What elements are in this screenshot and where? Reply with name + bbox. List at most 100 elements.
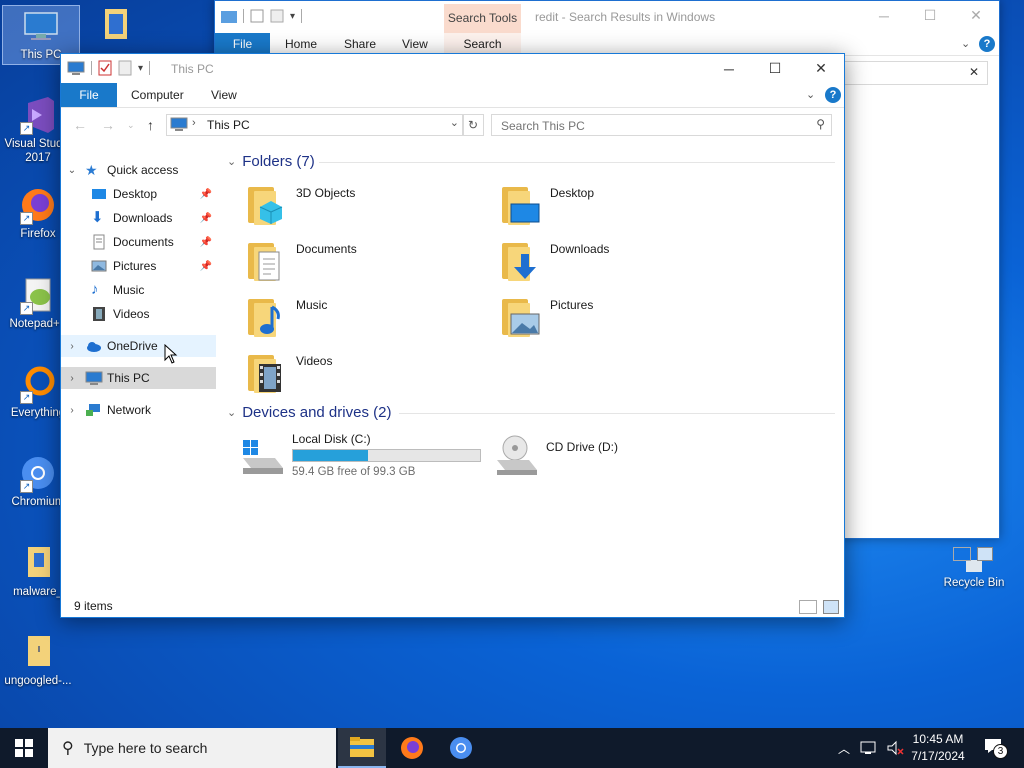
windows-logo-icon: [15, 739, 33, 757]
folder-downloads[interactable]: Downloads: [498, 239, 738, 289]
help-icon[interactable]: ?: [825, 87, 841, 103]
taskbar-search-box[interactable]: ⚲ Type here to search: [48, 728, 336, 768]
folders-group-header[interactable]: ⌄ Folders (7): [227, 153, 315, 170]
pin-icon[interactable]: 📌: [200, 189, 212, 200]
tab-share[interactable]: Share: [344, 37, 376, 51]
address-bar[interactable]: › This PC ⌄: [166, 114, 464, 136]
expand-chevron-icon[interactable]: ›: [65, 341, 79, 352]
minimize-button[interactable]: ─: [706, 54, 752, 83]
search-input[interactable]: [499, 118, 803, 134]
collapse-chevron-icon[interactable]: ⌄: [227, 406, 236, 419]
new-folder-icon[interactable]: [118, 60, 132, 76]
desktop-icon-recycle-bin[interactable]: Recycle Bin: [936, 560, 1012, 600]
close-button[interactable]: ✕: [798, 54, 844, 83]
folder-label: Videos: [296, 354, 333, 368]
ribbon-expand-icon[interactable]: ⌄: [806, 88, 815, 101]
ribbon-expand-icon[interactable]: ⌄: [961, 37, 970, 50]
tab-view[interactable]: View: [211, 88, 237, 102]
close-button[interactable]: ✕: [953, 1, 999, 30]
computer-icon: [85, 370, 103, 386]
search-box[interactable]: ⚲: [491, 114, 832, 136]
pin-icon[interactable]: 📌: [200, 213, 212, 224]
minimize-button[interactable]: ─: [861, 1, 907, 30]
nav-music[interactable]: ♪ Music: [61, 279, 216, 301]
up-arrow-icon[interactable]: ↑: [147, 117, 154, 133]
taskbar-file-explorer[interactable]: [338, 728, 386, 768]
tab-home[interactable]: Home: [285, 37, 317, 51]
folder-documents[interactable]: Documents: [244, 239, 484, 289]
help-icon[interactable]: ?: [979, 36, 995, 52]
drive-usage-fill: [293, 450, 369, 461]
collapse-chevron-icon[interactable]: ⌄: [65, 165, 79, 176]
file-icon: [96, 5, 136, 45]
tab-file[interactable]: File: [61, 83, 117, 107]
clear-search-icon[interactable]: ✕: [969, 65, 979, 79]
expand-chevron-icon[interactable]: ›: [65, 373, 79, 384]
folder-pictures[interactable]: Pictures: [498, 295, 738, 345]
pin-icon[interactable]: 📌: [200, 261, 212, 272]
drive-cd-d[interactable]: CD Drive (D:): [493, 434, 733, 484]
pin-icon[interactable]: 📌: [200, 237, 212, 248]
back-arrow-icon[interactable]: ←: [73, 117, 87, 133]
download-arrow-icon: ⬇: [91, 209, 104, 226]
nav-documents[interactable]: Documents 📌: [61, 231, 216, 253]
system-clock[interactable]: 10:45 AM 7/17/2024: [900, 731, 976, 765]
nav-pictures[interactable]: Pictures 📌: [61, 255, 216, 277]
view-tiles-icon[interactable]: [977, 547, 993, 561]
drives-group-header[interactable]: ⌄ Devices and drives (2): [227, 404, 391, 421]
view-tiles-icon[interactable]: [823, 600, 839, 614]
tab-view[interactable]: View: [402, 37, 428, 51]
folder-music[interactable]: Music: [244, 295, 484, 345]
desktop-icon-file[interactable]: [78, 5, 154, 57]
nav-onedrive[interactable]: › OneDrive: [61, 335, 216, 357]
taskbar-firefox[interactable]: [388, 728, 436, 768]
start-button[interactable]: [0, 728, 48, 768]
view-details-icon[interactable]: [799, 600, 817, 614]
refresh-button[interactable]: ↻: [462, 114, 484, 136]
background-search-box[interactable]: ✕: [843, 61, 988, 85]
nav-this-pc[interactable]: › This PC: [61, 367, 216, 389]
show-hidden-icons-chevron-icon[interactable]: ︿: [838, 740, 850, 757]
folder-desktop[interactable]: Desktop: [498, 183, 738, 233]
breadcrumb[interactable]: This PC: [207, 118, 250, 132]
collapse-chevron-icon[interactable]: ⌄: [227, 155, 236, 168]
desktop-icon-ungoogled[interactable]: ungoogled-...: [0, 632, 76, 690]
file-explorer-icon: [350, 737, 374, 757]
network-status-icon[interactable]: [860, 740, 878, 756]
properties-icon[interactable]: [98, 60, 112, 76]
nav-desktop[interactable]: Desktop 📌: [61, 183, 216, 205]
nav-network[interactable]: › Network: [61, 399, 216, 421]
qat-dropdown-icon[interactable]: ▾: [290, 11, 295, 22]
tab-file[interactable]: File: [215, 33, 270, 55]
address-dropdown-icon[interactable]: ⌄: [450, 116, 459, 129]
window-title: This PC: [171, 62, 214, 76]
taskbar-chromium[interactable]: [437, 728, 485, 768]
action-center-button[interactable]: 3: [984, 738, 1008, 759]
recent-locations-icon[interactable]: ⌄: [127, 120, 135, 131]
expand-chevron-icon[interactable]: ›: [65, 405, 79, 416]
context-tab-search-tools[interactable]: Search Tools: [444, 4, 521, 33]
nav-quick-access[interactable]: ⌄ ★ Quick access: [61, 159, 216, 181]
new-folder-icon[interactable]: [270, 9, 284, 23]
archive-icon: [18, 632, 58, 672]
drive-local-disk-c[interactable]: Local Disk (C:) 59.4 GB free of 99.3 GB: [239, 432, 481, 484]
explorer-window-this-pc[interactable]: ▾ This PC ─ ☐ ✕ File Computer View ⌄ ? ←…: [60, 53, 845, 618]
tab-computer[interactable]: Computer: [131, 88, 184, 102]
maximize-button[interactable]: ☐: [752, 54, 798, 83]
folder-label: Documents: [296, 242, 357, 256]
navigation-pane: ⌄ ★ Quick access Desktop 📌 ⬇ Downloads 📌…: [61, 151, 217, 591]
folder-videos[interactable]: Videos: [244, 351, 484, 401]
qat-dropdown-icon[interactable]: ▾: [138, 63, 143, 74]
forward-arrow-icon[interactable]: →: [101, 117, 115, 133]
nav-downloads[interactable]: ⬇ Downloads 📌: [61, 207, 216, 229]
breadcrumb-separator-icon[interactable]: ›: [192, 117, 196, 129]
picture-icon: [91, 258, 107, 274]
search-icon[interactable]: ⚲: [816, 117, 825, 131]
nav-videos[interactable]: Videos: [61, 303, 216, 325]
tab-search[interactable]: Search: [444, 33, 521, 55]
view-details-icon[interactable]: [953, 547, 971, 561]
properties-icon[interactable]: [250, 9, 264, 23]
folder-3d-objects[interactable]: 3D Objects: [244, 183, 484, 233]
cd-drive-icon: [493, 434, 537, 478]
maximize-button[interactable]: ☐: [907, 1, 953, 30]
